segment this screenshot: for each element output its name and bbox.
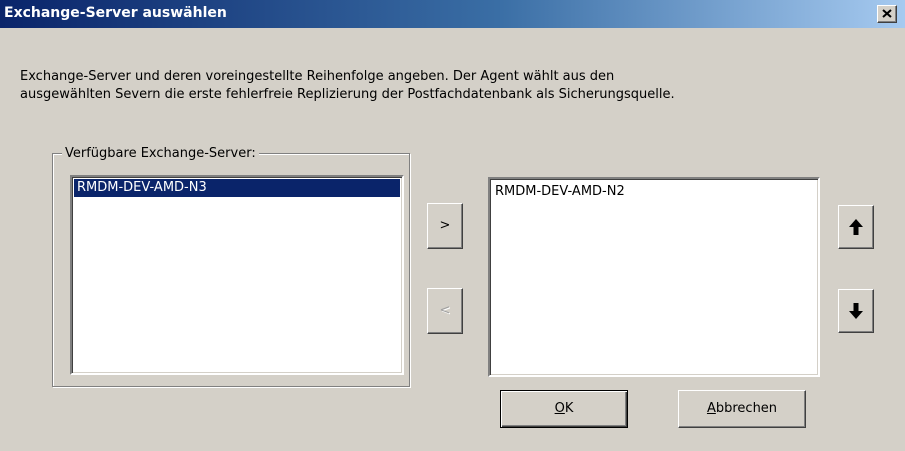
- ok-mnemonic: O: [554, 401, 565, 416]
- close-icon: [882, 9, 892, 18]
- available-servers-label: Verfügbare Exchange-Server:: [62, 146, 259, 161]
- description-text: Exchange-Server und deren voreingestellt…: [20, 68, 880, 104]
- list-item[interactable]: RMDM-DEV-AMD-N3: [74, 179, 400, 197]
- description-line-2: ausgewählten Severn die erste fehlerfrei…: [20, 87, 675, 102]
- available-servers-list[interactable]: RMDM-DEV-AMD-N3: [70, 175, 404, 375]
- remove-server-button[interactable]: <: [427, 288, 463, 334]
- description-line-1: Exchange-Server und deren voreingestellt…: [20, 69, 615, 84]
- title-bar[interactable]: Exchange-Server auswählen: [0, 0, 905, 28]
- exchange-server-dialog: Exchange-Server auswählen Exchange-Serve…: [0, 0, 905, 451]
- ok-label-rest: K: [564, 401, 574, 416]
- cancel-label-rest: bbrechen: [715, 401, 778, 416]
- list-item[interactable]: RMDM-DEV-AMD-N2: [492, 183, 625, 201]
- arrow-up-icon: [849, 219, 863, 235]
- ok-button[interactable]: OK: [500, 390, 628, 428]
- cancel-mnemonic: A: [706, 401, 716, 416]
- arrow-down-icon: [849, 303, 863, 319]
- move-up-button[interactable]: [838, 205, 874, 249]
- close-button[interactable]: [877, 5, 897, 23]
- add-server-button[interactable]: >: [427, 203, 463, 249]
- window-title: Exchange-Server auswählen: [4, 5, 227, 21]
- selected-servers-list[interactable]: RMDM-DEV-AMD-N2: [488, 177, 820, 377]
- cancel-button[interactable]: Abbrechen: [678, 390, 806, 428]
- move-down-button[interactable]: [838, 289, 874, 333]
